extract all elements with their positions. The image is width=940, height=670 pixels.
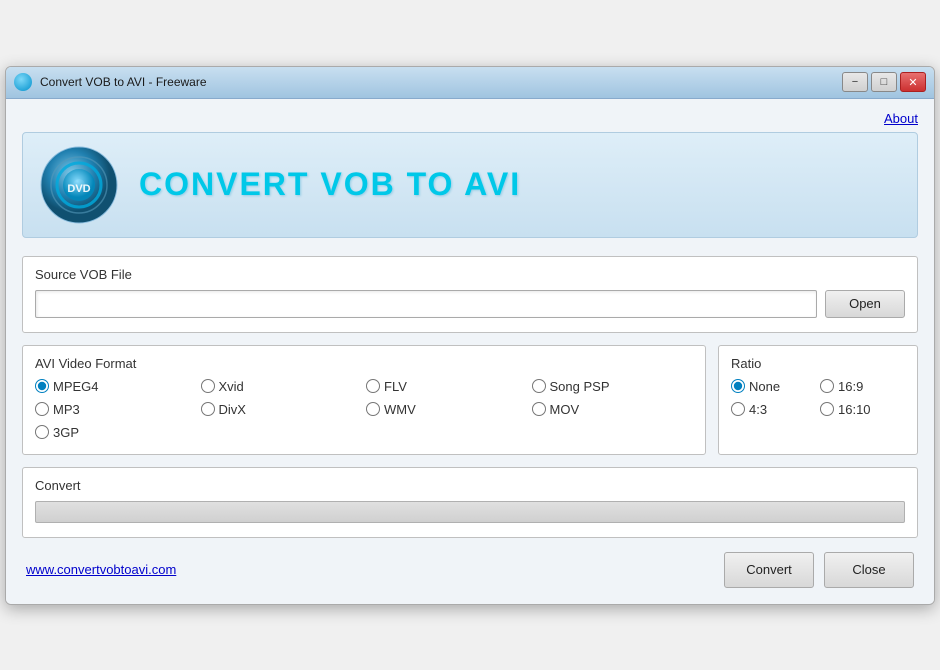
convert-section-label: Convert — [35, 478, 905, 493]
main-window: Convert VOB to AVI - Freeware − □ ✕ Abou… — [5, 66, 935, 605]
maximize-button[interactable]: □ — [871, 72, 897, 92]
source-vob-input[interactable] — [35, 290, 817, 318]
title-bar-title: Convert VOB to AVI - Freeware — [40, 75, 842, 89]
format-flv[interactable]: FLV — [366, 379, 528, 394]
title-bar-buttons: − □ ✕ — [842, 72, 926, 92]
window-body: About DVD — [6, 99, 934, 604]
header-area: DVD CONVERT VOB TO AVI — [22, 132, 918, 238]
svg-text:DVD: DVD — [67, 183, 90, 195]
ratio-4x3[interactable]: 4:3 — [731, 402, 816, 417]
convert-section: Convert — [22, 467, 918, 538]
ratio-16x9[interactable]: 16:9 — [820, 379, 905, 394]
convert-button[interactable]: Convert — [724, 552, 814, 588]
open-button[interactable]: Open — [825, 290, 905, 318]
website-link[interactable]: www.convertvobtoavi.com — [26, 562, 176, 577]
avi-format-section: AVI Video Format MPEG4 Xvid FLV — [22, 345, 706, 455]
format-wmv[interactable]: WMV — [366, 402, 528, 417]
file-row: Open — [35, 290, 905, 318]
format-3gp[interactable]: 3GP — [35, 425, 197, 440]
ratio-label: Ratio — [731, 356, 905, 371]
about-link[interactable]: About — [884, 111, 918, 126]
minimize-button[interactable]: − — [842, 72, 868, 92]
title-bar-icon — [14, 73, 32, 91]
dvd-logo: DVD — [39, 145, 119, 225]
ratio-16x10[interactable]: 16:10 — [820, 402, 905, 417]
source-vob-label: Source VOB File — [35, 267, 905, 282]
title-bar: Convert VOB to AVI - Freeware − □ ✕ — [6, 67, 934, 99]
avi-format-label: AVI Video Format — [35, 356, 693, 371]
ratio-none[interactable]: None — [731, 379, 816, 394]
format-mp3[interactable]: MP3 — [35, 402, 197, 417]
progress-bar-container — [35, 501, 905, 523]
format-ratio-row: AVI Video Format MPEG4 Xvid FLV — [22, 345, 918, 455]
ratio-section: Ratio None 16:9 4:3 — [718, 345, 918, 455]
format-songpsp[interactable]: Song PSP — [532, 379, 694, 394]
close-window-button[interactable]: ✕ — [900, 72, 926, 92]
bottom-buttons: Convert Close — [724, 552, 914, 588]
close-button[interactable]: Close — [824, 552, 914, 588]
app-title: CONVERT VOB TO AVI — [139, 166, 521, 203]
about-row: About — [22, 111, 918, 132]
format-divx[interactable]: DivX — [201, 402, 363, 417]
ratio-radio-grid: None 16:9 4:3 16:10 — [731, 379, 905, 417]
format-mpeg4[interactable]: MPEG4 — [35, 379, 197, 394]
source-vob-section: Source VOB File Open — [22, 256, 918, 333]
bottom-row: www.convertvobtoavi.com Convert Close — [22, 552, 918, 588]
format-xvid[interactable]: Xvid — [201, 379, 363, 394]
format-radio-grid: MPEG4 Xvid FLV Song PSP — [35, 379, 693, 440]
format-mov[interactable]: MOV — [532, 402, 694, 417]
